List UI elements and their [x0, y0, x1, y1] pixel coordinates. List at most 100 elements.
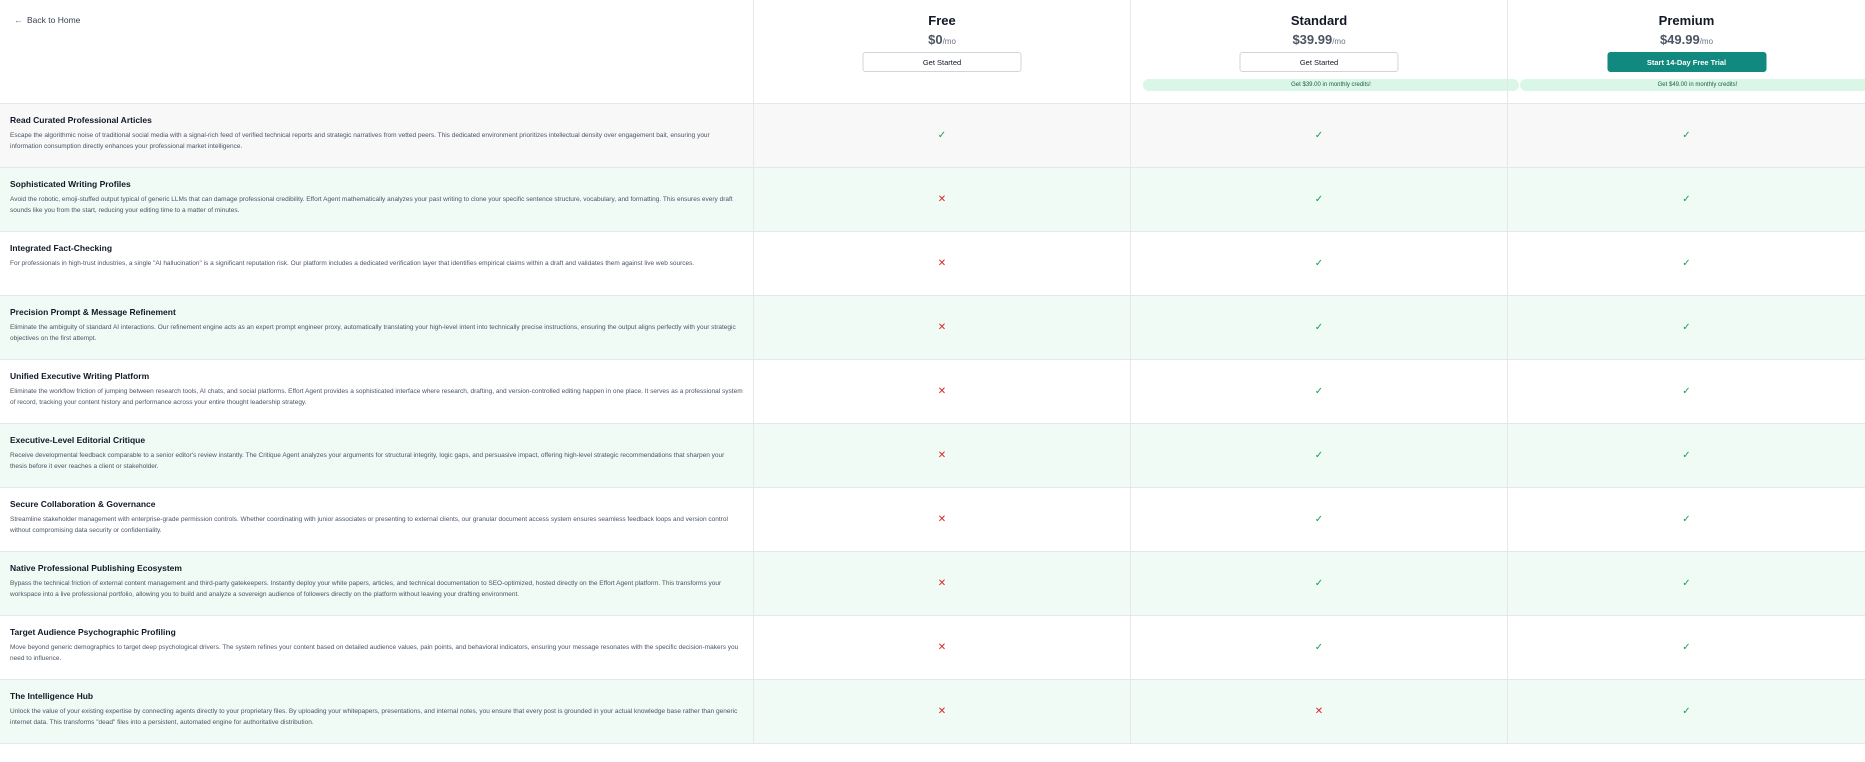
plan-name: Standard [1290, 13, 1348, 28]
check-icon: ✓ [1682, 642, 1691, 653]
credit-badge: Get $39.00 in monthly credits! [1143, 79, 1519, 91]
feature-cell-premium: ✓ [1507, 424, 1865, 487]
cross-icon: ✕ [937, 322, 947, 333]
feature-title: Secure Collaboration & Governance [10, 499, 156, 509]
feature-cell-free: ✕ [753, 296, 1130, 359]
feature-cell-standard: ✓ [1130, 104, 1507, 167]
feature-cell-standard: ✓ [1130, 168, 1507, 231]
plan-price: $0/mo [754, 32, 1130, 47]
check-icon: ✓ [1682, 706, 1691, 717]
plan-name: Free [928, 13, 956, 28]
feature-cell-standard: ✓ [1130, 552, 1507, 615]
price-value: $39.99 [1292, 32, 1333, 47]
feature-info: Integrated Fact-Checking For professional… [0, 232, 753, 295]
cross-icon: ✕ [937, 258, 947, 269]
pricing-header: ← Back to Home Free $0/mo Get Started St… [0, 0, 1865, 104]
feature-cell-free: ✕ [753, 360, 1130, 423]
check-icon: ✓ [1314, 258, 1324, 269]
feature-info: The Intelligence Hub Unlock the value of … [0, 680, 753, 743]
check-icon: ✓ [1314, 578, 1324, 589]
feature-cell-premium: ✓ [1507, 616, 1865, 679]
feature-cell-premium: ✓ [1507, 104, 1865, 167]
plan-premium: Premium $49.99/mo Start 14-Day Free Tria… [1507, 0, 1865, 104]
check-icon: ✓ [1682, 578, 1691, 589]
feature-cell-standard: ✓ [1130, 360, 1507, 423]
feature-info: Read Curated Professional Articles Escape… [0, 104, 753, 167]
feature-cell-free: ✕ [753, 488, 1130, 551]
feature-cell-standard: ✓ [1130, 488, 1507, 551]
check-icon: ✓ [1682, 450, 1691, 461]
feature-cell-premium: ✓ [1507, 488, 1865, 551]
feature-cell-standard: ✓ [1130, 232, 1507, 295]
feature-title: Read Curated Professional Articles [10, 115, 152, 125]
check-icon: ✓ [1682, 258, 1691, 269]
feature-title: Target Audience Psychographic Profiling [10, 627, 176, 637]
standard-get-started-button[interactable]: Get Started [1239, 52, 1399, 72]
feature-cell-premium: ✓ [1507, 360, 1865, 423]
price-period: /mo [1332, 37, 1346, 46]
feature-cell-free: ✕ [753, 616, 1130, 679]
back-to-home-link[interactable]: ← Back to Home [14, 15, 80, 25]
cross-icon: ✕ [937, 386, 947, 397]
feature-cell-premium: ✓ [1507, 296, 1865, 359]
check-icon: ✓ [1314, 642, 1324, 653]
feature-title: Unified Executive Writing Platform [10, 371, 150, 381]
check-icon: ✓ [937, 130, 947, 141]
feature-cell-free: ✕ [753, 424, 1130, 487]
feature-cell-premium: ✓ [1507, 168, 1865, 231]
cross-icon: ✕ [937, 706, 947, 717]
feature-row: Sophisticated Writing Profiles Avoid the … [0, 168, 1865, 232]
feature-info: Native Professional Publishing Ecosystem… [0, 552, 753, 615]
feature-row: Unified Executive Writing Platform Elimin… [0, 360, 1865, 424]
feature-title: The Intelligence Hub [10, 691, 94, 701]
feature-cell-free: ✓ [753, 104, 1130, 167]
feature-cell-premium: ✓ [1507, 680, 1865, 743]
feature-info: Precision Prompt & Message Refinement Eli… [0, 296, 753, 359]
free-get-started-button[interactable]: Get Started [862, 52, 1022, 72]
start-free-trial-button[interactable]: Start 14-Day Free Trial [1607, 52, 1766, 72]
plan-name: Premium [1658, 13, 1715, 28]
feature-description: Eliminate the workflow friction of jumpi… [10, 388, 743, 406]
feature-description: Unlock the value of your existing expert… [10, 708, 738, 726]
check-icon: ✓ [1314, 130, 1324, 141]
feature-cell-standard: ✓ [1130, 424, 1507, 487]
price-value: $0 [928, 32, 943, 47]
check-icon: ✓ [1682, 322, 1691, 333]
feature-cell-standard: ✓ [1130, 296, 1507, 359]
feature-title: Integrated Fact-Checking [10, 243, 113, 253]
feature-description: Avoid the robotic, emoji-stuffed output … [10, 196, 733, 214]
check-icon: ✓ [1314, 386, 1324, 397]
feature-comparison-table: Read Curated Professional Articles Escape… [0, 104, 1865, 744]
check-icon: ✓ [1682, 386, 1691, 397]
plan-standard: Standard $39.99/mo Get Started Get $39.0… [1130, 0, 1519, 104]
feature-description: Move beyond generic demographics to targ… [10, 644, 739, 662]
feature-info: Unified Executive Writing Platform Elimin… [0, 360, 753, 423]
check-icon: ✓ [1314, 450, 1324, 461]
feature-cell-free: ✕ [753, 552, 1130, 615]
feature-cell-standard: ✓ [1130, 616, 1507, 679]
feature-row: Precision Prompt & Message Refinement Eli… [0, 296, 1865, 360]
feature-cell-free: ✕ [753, 680, 1130, 743]
feature-description: Receive developmental feedback comparabl… [10, 452, 725, 470]
check-icon: ✓ [1314, 322, 1324, 333]
feature-description: Streamline stakeholder management with e… [10, 516, 728, 534]
feature-description: Escape the algorithmic noise of traditio… [10, 132, 710, 150]
feature-row: The Intelligence Hub Unlock the value of … [0, 680, 1865, 744]
price-value: $49.99 [1659, 32, 1700, 47]
credit-badge: Get $49.00 in monthly credits! [1520, 79, 1865, 91]
plan-price: $49.99/mo [1508, 32, 1865, 47]
feature-title: Executive-Level Editorial Critique [10, 435, 146, 445]
cross-icon: ✕ [1314, 706, 1324, 717]
feature-info: Target Audience Psychographic Profiling M… [0, 616, 753, 679]
plan-price: $39.99/mo [1131, 32, 1507, 47]
cross-icon: ✕ [937, 514, 947, 525]
header-left: ← Back to Home [0, 0, 753, 104]
feature-info: Secure Collaboration & Governance Streaml… [0, 488, 753, 551]
check-icon: ✓ [1682, 194, 1691, 205]
feature-info: Executive-Level Editorial Critique Receiv… [0, 424, 753, 487]
check-icon: ✓ [1682, 514, 1691, 525]
cross-icon: ✕ [937, 578, 947, 589]
feature-row: Native Professional Publishing Ecosystem… [0, 552, 1865, 616]
feature-info: Sophisticated Writing Profiles Avoid the … [0, 168, 753, 231]
plan-free: Free $0/mo Get Started [753, 0, 1130, 104]
